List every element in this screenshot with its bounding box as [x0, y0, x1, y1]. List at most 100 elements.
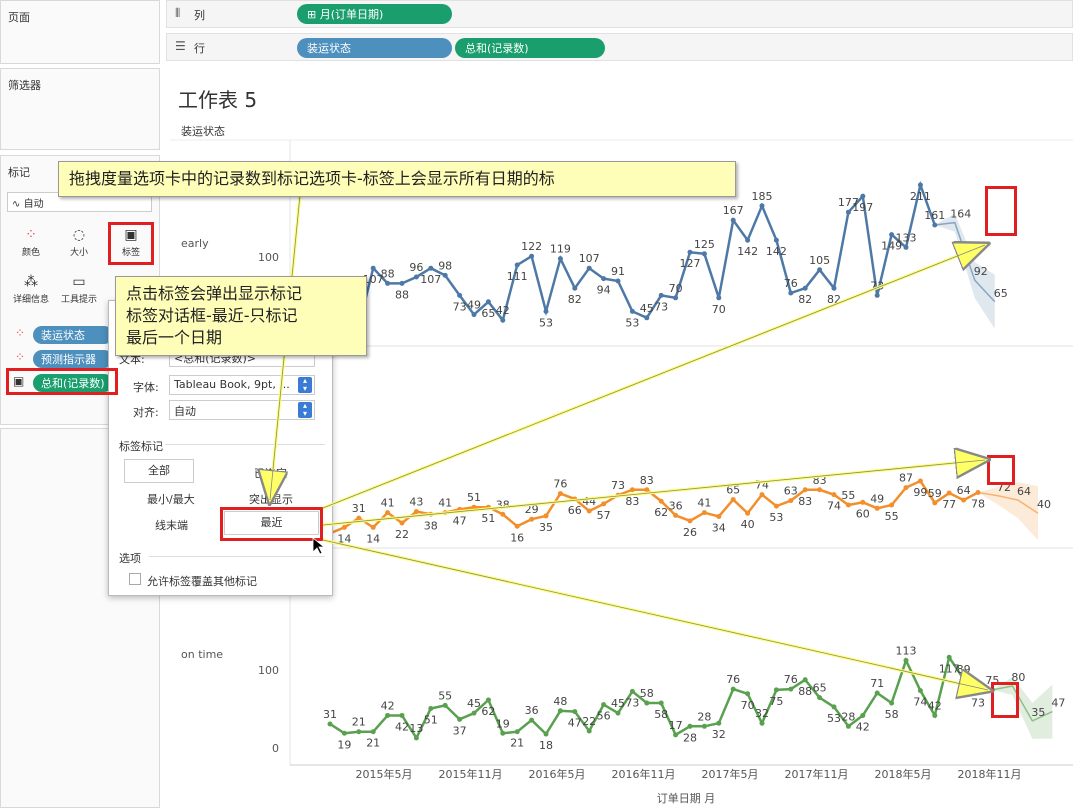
- data-point[interactable]: [874, 690, 880, 696]
- data-point[interactable]: [644, 700, 650, 706]
- data-point[interactable]: [457, 716, 463, 722]
- data-point[interactable]: [889, 232, 895, 238]
- data-point[interactable]: [860, 712, 866, 718]
- data-point[interactable]: [932, 222, 938, 228]
- data-point[interactable]: [730, 497, 736, 503]
- data-point[interactable]: [327, 721, 333, 727]
- data-point[interactable]: [745, 510, 751, 516]
- data-point[interactable]: [485, 697, 491, 703]
- data-point[interactable]: [572, 285, 578, 291]
- data-point[interactable]: [586, 728, 592, 734]
- data-point[interactable]: [773, 687, 779, 693]
- data-point[interactable]: [802, 677, 808, 683]
- data-point[interactable]: [629, 308, 635, 314]
- data-point[interactable]: [788, 290, 794, 296]
- data-point[interactable]: [903, 244, 909, 250]
- data-point[interactable]: [557, 708, 563, 714]
- data-point[interactable]: [500, 511, 506, 517]
- data-point[interactable]: [399, 520, 405, 526]
- data-point[interactable]: [730, 217, 736, 223]
- data-point[interactable]: [413, 509, 419, 515]
- align-select[interactable]: 自动 ▴ ▾: [169, 400, 315, 420]
- data-point[interactable]: [485, 299, 491, 305]
- data-point[interactable]: [601, 276, 607, 282]
- data-point[interactable]: [601, 501, 607, 507]
- data-point[interactable]: [601, 702, 607, 708]
- data-point[interactable]: [385, 712, 391, 718]
- data-point[interactable]: [874, 505, 880, 511]
- data-point[interactable]: [514, 729, 520, 735]
- data-point[interactable]: [701, 510, 707, 516]
- data-point[interactable]: [658, 700, 664, 706]
- data-point[interactable]: [543, 308, 549, 314]
- data-point[interactable]: [413, 735, 419, 741]
- label-marks-minmax-option[interactable]: 最小/最大: [147, 491, 195, 507]
- data-point[interactable]: [845, 723, 851, 729]
- label-marks-line-ends-option[interactable]: 线末端: [155, 517, 188, 533]
- data-point[interactable]: [773, 503, 779, 509]
- data-point[interactable]: [903, 485, 909, 491]
- data-point[interactable]: [687, 249, 693, 255]
- data-point[interactable]: [644, 315, 650, 321]
- data-point[interactable]: [428, 705, 434, 711]
- data-point[interactable]: [500, 730, 506, 736]
- data-point[interactable]: [773, 237, 779, 243]
- data-point[interactable]: [946, 654, 952, 660]
- data-point[interactable]: [457, 292, 463, 298]
- data-point[interactable]: [500, 317, 506, 323]
- data-point[interactable]: [543, 731, 549, 737]
- data-point[interactable]: [673, 295, 679, 301]
- allow-overlap-checkbox[interactable]: [129, 573, 141, 585]
- data-point[interactable]: [615, 492, 621, 498]
- font-select[interactable]: Tableau Book, 9pt, ... ▴ ▾: [169, 375, 315, 395]
- data-point[interactable]: [442, 510, 448, 516]
- data-point[interactable]: [586, 265, 592, 271]
- data-point[interactable]: [860, 193, 866, 199]
- data-point[interactable]: [831, 285, 837, 291]
- data-point[interactable]: [586, 508, 592, 514]
- data-point[interactable]: [788, 498, 794, 504]
- data-point[interactable]: [860, 499, 866, 505]
- data-point[interactable]: [629, 688, 635, 694]
- data-point[interactable]: [413, 274, 419, 280]
- data-point[interactable]: [442, 272, 448, 278]
- data-point[interactable]: [356, 515, 362, 521]
- data-point[interactable]: [385, 280, 391, 286]
- data-point[interactable]: [802, 487, 808, 493]
- data-point[interactable]: [788, 686, 794, 692]
- data-point[interactable]: [457, 506, 463, 512]
- data-point[interactable]: [817, 267, 823, 273]
- data-point[interactable]: [817, 487, 823, 493]
- data-point[interactable]: [615, 710, 621, 716]
- data-point[interactable]: [442, 702, 448, 708]
- data-point[interactable]: [543, 513, 549, 519]
- data-point[interactable]: [831, 492, 837, 498]
- data-point[interactable]: [716, 513, 722, 519]
- data-point[interactable]: [975, 489, 981, 495]
- data-point[interactable]: [917, 182, 923, 188]
- data-point[interactable]: [730, 686, 736, 692]
- data-point[interactable]: [917, 688, 923, 694]
- data-point[interactable]: [341, 730, 347, 736]
- data-point[interactable]: [961, 497, 967, 503]
- data-point[interactable]: [889, 502, 895, 508]
- data-point[interactable]: [370, 729, 376, 735]
- data-point[interactable]: [759, 203, 765, 209]
- data-point[interactable]: [471, 312, 477, 318]
- data-point[interactable]: [889, 700, 895, 706]
- data-point[interactable]: [557, 256, 563, 262]
- data-point[interactable]: [802, 285, 808, 291]
- data-point[interactable]: [759, 492, 765, 498]
- data-point[interactable]: [946, 490, 952, 496]
- data-point[interactable]: [673, 732, 679, 738]
- data-point[interactable]: [370, 524, 376, 530]
- data-point[interactable]: [687, 518, 693, 524]
- data-point[interactable]: [903, 657, 909, 663]
- data-point[interactable]: [874, 292, 880, 298]
- data-point[interactable]: [514, 262, 520, 268]
- data-point[interactable]: [644, 487, 650, 493]
- data-point[interactable]: [615, 278, 621, 284]
- data-point[interactable]: [817, 695, 823, 701]
- data-point[interactable]: [745, 237, 751, 243]
- data-point[interactable]: [471, 710, 477, 716]
